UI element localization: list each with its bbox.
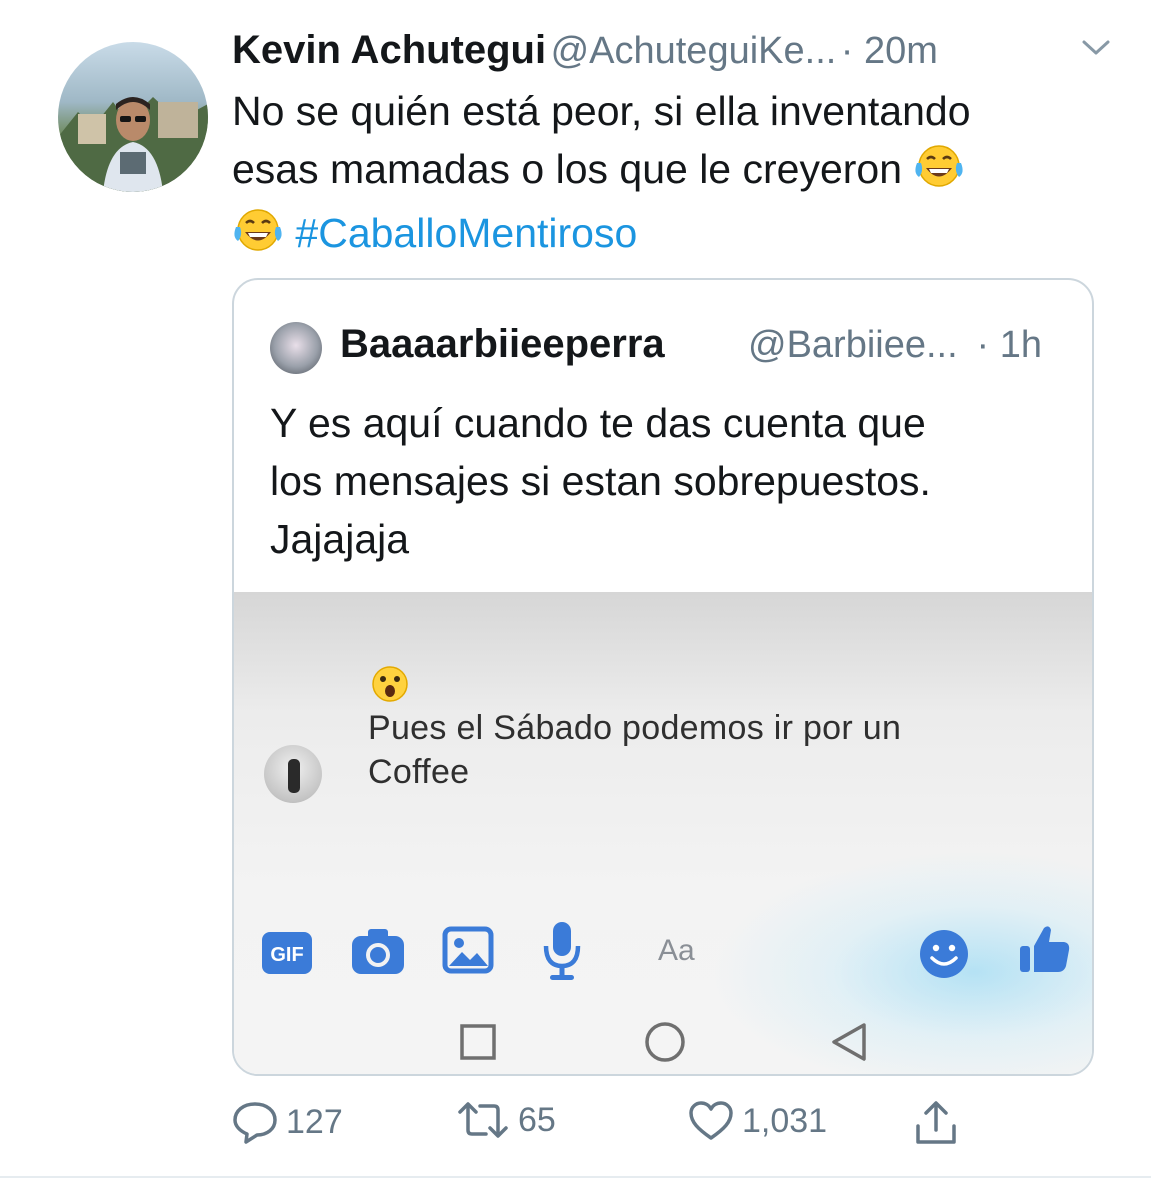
retweet-icon [458,1102,508,1138]
quoted-tweet-text: Y es aquí cuando te das cuenta que los m… [270,394,1070,568]
chevron-down-icon[interactable] [1081,38,1111,63]
message-input-placeholder: Aa [658,934,695,967]
retweet-count: 65 [518,1100,556,1139]
like-button[interactable]: 1,031 [688,1100,827,1142]
quoted-author-name: Baaaarbiieeperra [340,322,665,366]
microphone-icon [540,920,584,987]
quoted-author-handle: @Barbiiee... [748,324,958,366]
quoted-tweet-header: Baaaarbiieeperra @Barbiiee... · 1h [270,318,1052,378]
tweet-time[interactable]: · 20m [841,30,938,72]
reply-count: 127 [286,1102,343,1141]
quoted-text-line: Y es aquí cuando te das cuenta que [270,400,926,446]
tweet-text-line: #CaballoMentiroso [232,204,1112,268]
gif-label: GIF [270,944,303,966]
tweet-text: No se quién está peor, si ella inventand… [232,82,1112,268]
thumbs-up-icon [1018,922,1072,981]
retweet-button[interactable]: 65 [456,1100,556,1140]
chat-contact-avatar [264,745,322,803]
tweet-text-line: esas mamadas o los que le creyeron [232,140,1112,204]
tweet-text-line: No se quién está peor, si ella inventand… [232,88,971,134]
gif-icon: GIF [260,930,314,981]
attached-screenshot[interactable]: Pues el Sábado podemos ir por un Coffee … [234,592,1092,1074]
square-icon [460,1024,496,1065]
tweet-divider [0,1176,1151,1178]
share-button[interactable] [914,1100,958,1146]
like-count: 1,031 [742,1101,828,1140]
hashtag-link[interactable]: #CaballoMentiroso [295,210,637,256]
reply-button[interactable]: 127 [232,1100,343,1144]
laughing-tears-emoji-icon [913,143,965,204]
heart-icon [689,1101,733,1140]
quoted-text-line: los mensajes si estan sobrepuestos. [270,458,931,504]
back-triangle-icon [830,1022,868,1067]
quoted-tweet[interactable]: Baaaarbiieeperra @Barbiiee... · 1h Y es … [232,278,1094,1076]
tweet-actions: 127 65 1,031 [232,1100,1112,1156]
share-icon [916,1101,956,1144]
quoted-tweet-time: · 1h [976,324,1042,366]
chat-message: Pues el Sábado podemos ir por un Coffee [368,709,902,791]
laughing-tears-emoji-icon [232,207,284,268]
smiley-icon [918,928,970,985]
reply-icon [233,1102,277,1144]
quoted-text-line: Jajajaja [270,516,410,562]
author-handle[interactable]: @AchuteguiKe... [551,30,837,72]
image-icon [442,926,494,981]
surprised-emoji-icon [370,664,410,709]
author-avatar[interactable] [58,42,208,192]
circle-icon [644,1021,686,1068]
tweet-header: Kevin Achutegui @AchuteguiKe... · 20m [232,28,1111,78]
quoted-author-avatar [270,322,322,374]
camera-icon [350,926,406,983]
author-name[interactable]: Kevin Achutegui [232,28,546,72]
avatar-photo [58,97,208,192]
